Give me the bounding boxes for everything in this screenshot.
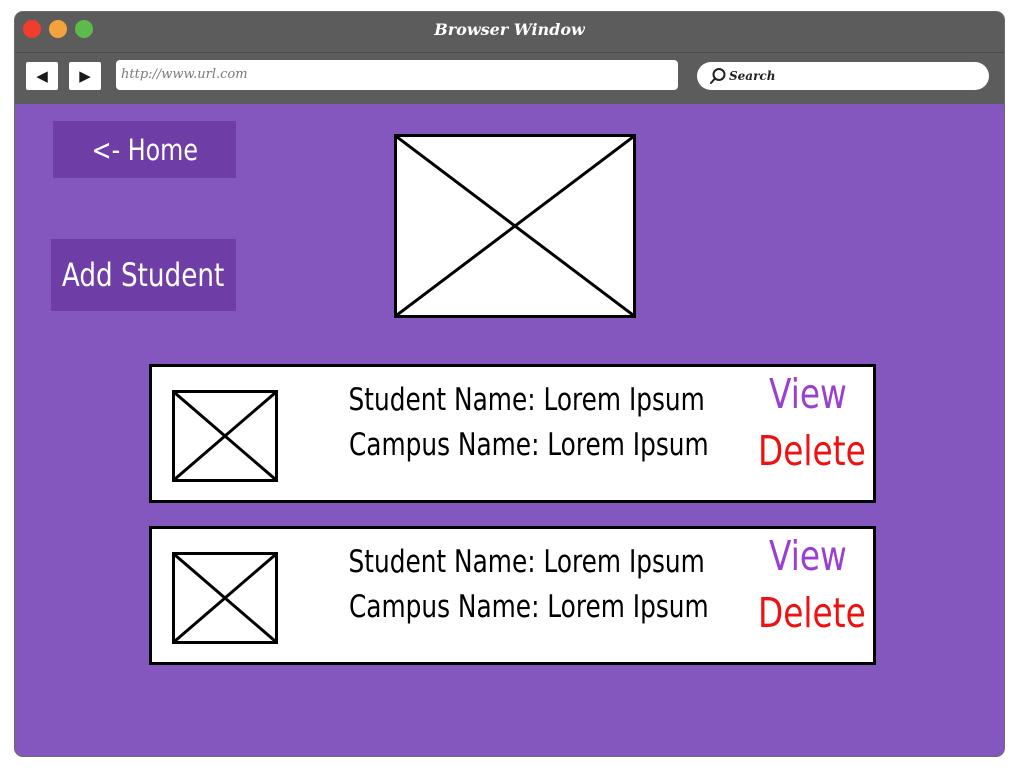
page-content: <- Home Add Student Student Name: Lorem … [15,104,1004,756]
student-name: Student Name: Lorem Ipsum [348,544,705,580]
delete-student-link[interactable]: Delete [758,589,893,637]
search-input[interactable]: Search [697,62,989,90]
add-student-button[interactable]: Add Student [51,239,236,311]
search-icon [710,68,726,84]
student-photo-placeholder [172,552,278,644]
window-title: Browser Window [434,20,585,39]
student-card: Student Name: Lorem Ipsum Campus Name: L… [149,526,876,665]
home-button[interactable]: <- Home [53,121,236,178]
campus-name: Campus Name: Lorem Ipsum [348,589,709,625]
back-button[interactable]: ◀ [26,62,58,90]
header-image-placeholder [394,134,636,318]
view-student-link[interactable]: View [769,532,866,580]
student-photo-placeholder [172,390,278,482]
url-input[interactable]: http://www.url.com [116,60,678,90]
title-bar: Browser Window [15,12,1004,52]
forward-button[interactable]: ▶ [69,62,101,90]
add-student-button-label: Add Student [62,256,225,294]
home-button-label: <- Home [91,132,198,167]
forward-arrow-icon: ▶ [79,68,91,85]
student-name: Student Name: Lorem Ipsum [348,382,705,418]
student-card: Student Name: Lorem Ipsum Campus Name: L… [149,364,876,503]
view-student-link[interactable]: View [769,370,866,418]
browser-toolbar: ◀ ▶ http://www.url.com Search [15,52,1004,105]
campus-name: Campus Name: Lorem Ipsum [348,427,709,463]
back-arrow-icon: ◀ [36,68,48,85]
browser-window: Browser Window ◀ ▶ http://www.url.com Se… [15,12,1004,756]
search-placeholder: Search [729,69,776,83]
delete-student-link[interactable]: Delete [758,427,893,475]
